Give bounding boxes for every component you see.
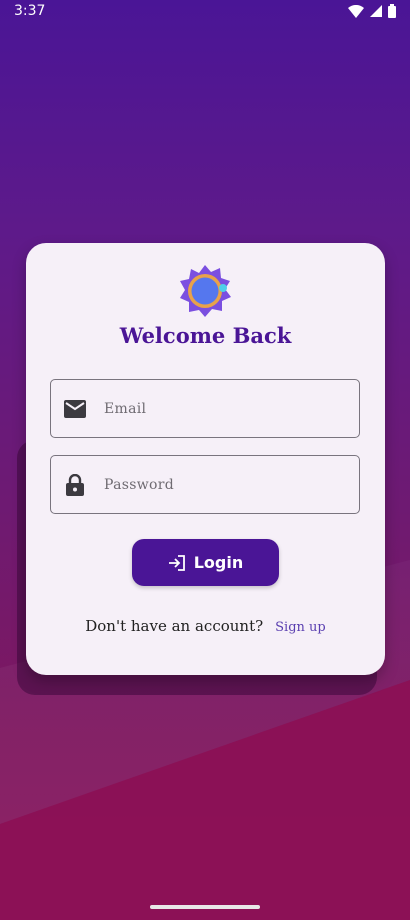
home-indicator[interactable] (150, 905, 260, 909)
signup-link[interactable]: Sign up (275, 620, 326, 635)
login-icon (168, 554, 185, 571)
status-icons (348, 4, 396, 18)
lock-icon (63, 473, 87, 497)
signup-prompt: Don't have an account? (85, 617, 264, 635)
login-button[interactable]: Login (132, 539, 279, 586)
password-field[interactable]: Password (50, 455, 360, 514)
status-time: 3:37 (14, 3, 46, 19)
password-placeholder: Password (104, 476, 174, 493)
page-title: Welcome Back (119, 323, 292, 348)
email-placeholder: Email (104, 400, 147, 417)
signal-icon (370, 5, 382, 17)
battery-icon (388, 4, 396, 18)
login-card: Welcome Back Email Password Login Don't … (26, 243, 385, 675)
email-field[interactable]: Email (50, 379, 360, 438)
mail-icon (63, 397, 87, 421)
sun-badge-logo (180, 265, 231, 317)
status-bar: 3:37 (0, 0, 410, 22)
signup-row: Don't have an account? Sign up (26, 617, 385, 635)
login-button-label: Login (193, 553, 244, 572)
wifi-icon (348, 4, 364, 18)
